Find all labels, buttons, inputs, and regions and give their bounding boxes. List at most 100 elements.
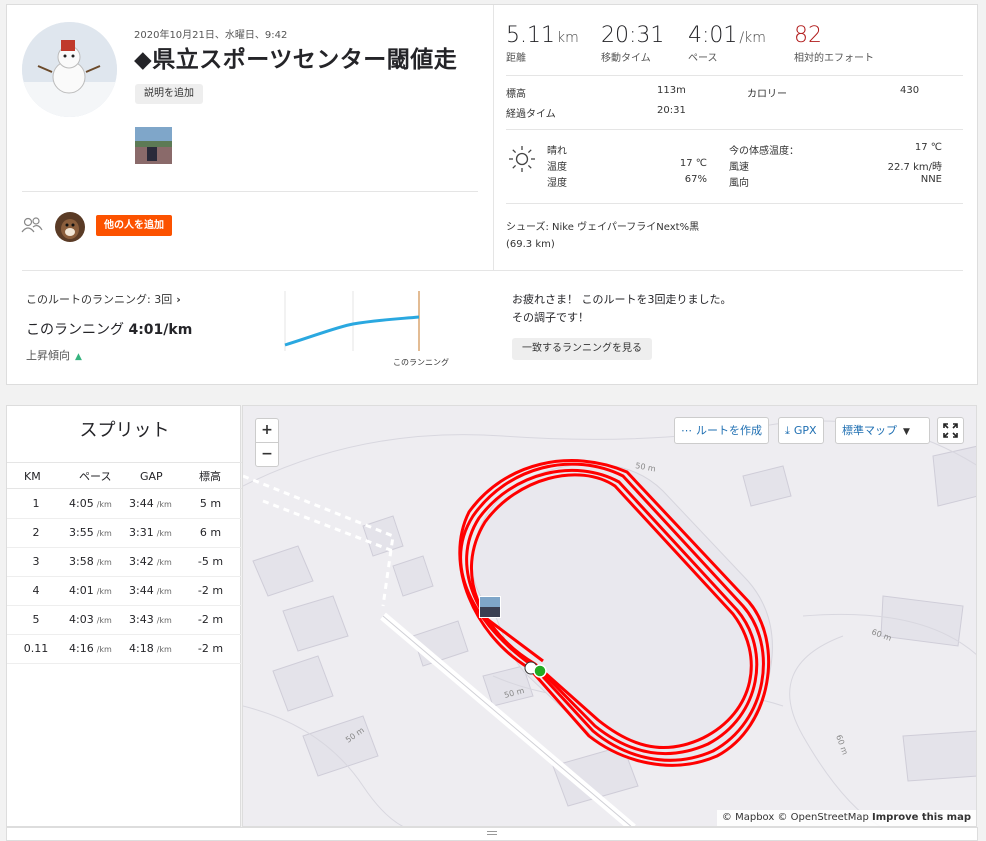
- stat-moving-time: 20:31 移動タイム: [601, 23, 664, 64]
- split-elev-value: 6 m: [199, 526, 222, 539]
- resize-bar[interactable]: [6, 827, 978, 841]
- split-elev: -2 m: [183, 606, 238, 634]
- split-unit: /km: [156, 558, 172, 567]
- improve-map-link[interactable]: Improve this map: [872, 812, 971, 823]
- attribution-text[interactable]: © Mapbox © OpenStreetMap: [722, 812, 869, 823]
- table-row: 4 4:01/km 3:44/km -2 m: [7, 577, 242, 606]
- group-icon: [21, 215, 43, 235]
- activity-title[interactable]: ◆県立スポーツセンター閾値走: [134, 40, 457, 74]
- stat-label: 距離: [506, 53, 526, 64]
- split-gap-value: 4:18: [129, 642, 154, 655]
- split-km: 1: [7, 490, 65, 518]
- split-pace-value: 4:16: [69, 642, 94, 655]
- caret-down-icon: ▼: [903, 427, 910, 437]
- congrats-message: お疲れさま！ このルートを3回走りました。その調子です！: [512, 293, 732, 324]
- split-gap-value: 3:31: [129, 526, 154, 539]
- wind-direction-value: NNE: [920, 174, 942, 185]
- split-pace: 4:01/km: [69, 577, 112, 605]
- split-unit: /km: [96, 529, 112, 538]
- activity-date: 2020年10月21日、水曜日、9:42: [134, 30, 288, 41]
- split-pace-value: 4:01: [69, 584, 94, 597]
- weather-condition: 晴れ: [547, 146, 567, 157]
- zoom-out-button[interactable]: −: [256, 443, 278, 467]
- fullscreen-button[interactable]: [937, 417, 964, 444]
- split-unit: /km: [96, 587, 112, 596]
- splits-panel: スプリット KM ペース GAP 標高 1 4:05/km 3:44/km 5 m 2 3…: [6, 405, 242, 827]
- split-pace-value: 4:03: [69, 613, 94, 626]
- temperature-value: 17 ℃: [679, 158, 707, 169]
- sun-icon: [508, 145, 536, 173]
- header-pace: ペース: [79, 470, 112, 483]
- split-gap: 3:44/km: [129, 577, 172, 605]
- split-unit: /km: [156, 616, 172, 625]
- add-others-button[interactable]: 他の人を追加: [96, 215, 172, 236]
- activity-photo-thumbnail[interactable]: [135, 127, 172, 164]
- split-gap: 4:18/km: [129, 635, 172, 663]
- humidity-value: 67%: [684, 174, 707, 185]
- matched-runs-button[interactable]: 一致するランニングを見る: [512, 338, 652, 360]
- split-elev-value: -2 m: [197, 584, 224, 597]
- elevation-label: 標高: [506, 89, 526, 100]
- athlete-avatar[interactable]: [22, 22, 117, 117]
- elapsed-label: 経過タイム: [506, 109, 556, 120]
- split-elev-value: 5 m: [199, 497, 222, 510]
- route-runs-link[interactable]: このルートのランニング: 3回 ›: [26, 291, 181, 307]
- split-gap: 3:31/km: [129, 519, 172, 547]
- split-elev-value: -5 m: [197, 555, 224, 568]
- split-gap-value: 3:42: [129, 555, 154, 568]
- participant-avatar[interactable]: [55, 212, 85, 242]
- divider: [493, 5, 494, 270]
- this-run-pace: このランニング 4:01/km: [26, 319, 192, 339]
- header-elevation: 標高: [199, 470, 221, 483]
- split-km-value: 2: [32, 526, 40, 539]
- temperature-label: 温度: [547, 162, 567, 173]
- elapsed-value: 20:31: [657, 105, 686, 116]
- split-elev-value: -2 m: [197, 613, 224, 626]
- route-runs-text: このルートのランニング: 3回: [26, 293, 173, 306]
- split-unit: /km: [96, 645, 112, 654]
- trend-label: 上昇傾向: [26, 349, 70, 362]
- wind-speed-value: 22.7 km/時: [887, 162, 942, 173]
- split-pace-value: 4:05: [69, 497, 94, 510]
- this-run-pace-value: 4:01/km: [128, 322, 193, 338]
- stat-label: 移動タイム: [601, 53, 651, 64]
- add-description-button[interactable]: 説明を追加: [135, 84, 203, 104]
- gpx-export-button[interactable]: ⤓ GPX: [778, 417, 824, 444]
- zoom-controls: + −: [255, 418, 279, 467]
- stat-relative-effort[interactable]: 82 相対的エフォート: [794, 23, 874, 64]
- feels-like-value: 17 ℃: [914, 142, 942, 153]
- split-pace: 4:03/km: [69, 606, 112, 634]
- zoom-in-button[interactable]: +: [256, 419, 278, 443]
- split-pace: 4:05/km: [69, 490, 112, 518]
- split-km-value: 4: [32, 584, 40, 597]
- map-style-dropdown[interactable]: 標準マップ ▼: [835, 417, 930, 444]
- map-style-label: 標準マップ: [842, 424, 897, 437]
- route-map[interactable]: 50 m 50 m 50 m 60 m 60 m + − ⋯ ルートを作成 ⤓ GP…: [242, 405, 977, 827]
- split-gap: 3:44/km: [129, 490, 172, 518]
- create-route-button[interactable]: ⋯ ルートを作成: [674, 417, 769, 444]
- route-icon: ⋯: [681, 424, 692, 437]
- stat-value: 20:31: [601, 23, 665, 48]
- split-elev: -2 m: [183, 635, 238, 663]
- route-trend-chart: このランニング: [277, 289, 457, 369]
- stat-unit: km: [556, 30, 579, 46]
- elevation-value: 113m: [657, 85, 686, 96]
- divider: [506, 129, 963, 130]
- split-km-value: 1: [32, 497, 40, 510]
- divider: [506, 75, 963, 76]
- table-row: 3 3:58/km 3:42/km -5 m: [7, 548, 242, 577]
- trend-indicator: 上昇傾向 ▲: [26, 347, 82, 363]
- splits-title: スプリット: [79, 420, 170, 441]
- split-unit: /km: [156, 529, 172, 538]
- stat-label: 相対的エフォート: [794, 53, 874, 64]
- stat-distance: 5.11 km 距離: [506, 23, 579, 64]
- splits-header: KM ペース GAP 標高: [7, 462, 242, 489]
- table-row: 0.11 4:16/km 4:18/km -2 m: [7, 635, 242, 664]
- calories-value: 430: [900, 85, 920, 96]
- create-route-label: ルートを作成: [696, 424, 762, 437]
- split-pace-value: 3:58: [69, 555, 94, 568]
- split-unit: /km: [96, 616, 112, 625]
- header-km: KM: [24, 470, 41, 483]
- table-row: 1 4:05/km 3:44/km 5 m: [7, 490, 242, 519]
- map-photo-marker[interactable]: [479, 596, 501, 618]
